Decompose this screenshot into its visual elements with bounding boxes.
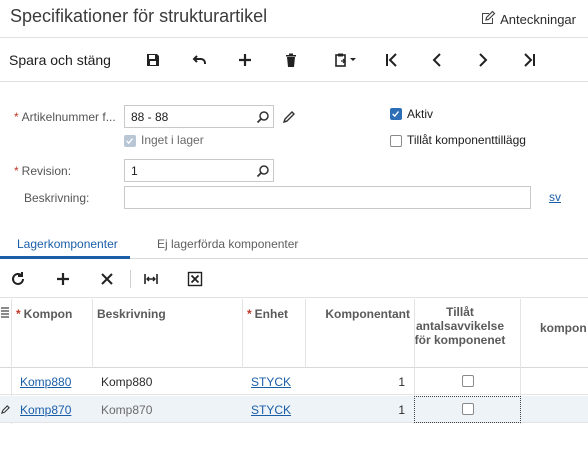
required-marker: * [14, 164, 19, 178]
item-number-label-text: Artikelnummer f... [21, 110, 116, 124]
col-header-unit-text: Enhet [254, 307, 289, 321]
col-header-component-text: Kompon [23, 307, 73, 321]
row-quantity[interactable]: 1 [310, 403, 405, 417]
col-header-allow-deviation[interactable]: Tillåt antalsavvikelse för komponenet [414, 305, 506, 347]
delete-row-icon[interactable] [97, 269, 117, 289]
description-field[interactable] [124, 186, 531, 209]
delete-icon[interactable] [280, 49, 302, 71]
item-number-field[interactable]: 88 - 88 [124, 105, 274, 128]
title-bar: Specifikationer för strukturartikel Ante… [0, 0, 588, 38]
not-in-stock-label: Inget i lager [141, 133, 204, 147]
active-label: Aktiv [407, 107, 434, 121]
notes-button[interactable]: Anteckningar [480, 10, 576, 29]
row-allow-deviation-checkbox[interactable] [462, 375, 474, 387]
not-in-stock-checkbox[interactable] [124, 135, 136, 147]
col-header-component[interactable]: * Kompon [16, 307, 74, 321]
row-unit-link[interactable]: STYCK [251, 375, 291, 389]
row-unit-link[interactable]: STYCK [251, 403, 291, 417]
checkmark-icon [126, 138, 134, 145]
col-header-description[interactable]: Beskrivning [97, 307, 237, 321]
save-close-button[interactable]: Spara och stäng [9, 52, 111, 68]
col-header-unit[interactable]: * Enhet [247, 307, 291, 321]
active-checkbox[interactable] [390, 108, 402, 120]
toolbar-divider [130, 270, 131, 288]
components-grid: * Kompon Beskrivning * Enhet Komponentant … [0, 299, 588, 424]
allow-component-additions-label: Tillåt komponenttillägg [407, 133, 526, 147]
item-number-search-icon[interactable] [256, 110, 270, 124]
previous-record-icon[interactable] [426, 49, 448, 71]
main-toolbar: Spara och stäng [0, 38, 588, 82]
col-header-extra[interactable]: kompon [540, 321, 588, 335]
row-description: Komp870 [101, 403, 153, 417]
item-number-value: 88 - 88 [131, 110, 169, 124]
notes-icon [480, 10, 496, 29]
grid-toolbar [0, 260, 588, 298]
next-record-icon[interactable] [472, 49, 494, 71]
revision-value: 1 [131, 164, 138, 178]
table-row[interactable]: Komp880 Komp880 STYCK 1 [0, 368, 588, 395]
description-label: Beskrivning: [24, 191, 90, 205]
add-row-icon[interactable] [53, 269, 73, 289]
row-allow-deviation-checkbox[interactable] [462, 403, 474, 415]
revision-field[interactable]: 1 [124, 159, 274, 182]
first-record-icon[interactable] [381, 49, 403, 71]
tab-non-stock-components[interactable]: Ej lagerförda komponenter [157, 237, 298, 251]
tab-stock-components[interactable]: Lagerkomponenter [17, 237, 118, 251]
required-marker: * [14, 110, 19, 124]
undo-icon[interactable] [189, 49, 211, 71]
edit-pencil-icon[interactable] [282, 110, 296, 124]
row-component-link[interactable]: Komp870 [20, 403, 71, 417]
row-component-link[interactable]: Komp880 [20, 375, 71, 389]
column-divider [92, 299, 93, 368]
fit-columns-icon[interactable] [141, 269, 161, 289]
column-divider [305, 299, 306, 368]
active-tab-indicator [0, 256, 130, 259]
tab-bar: Lagerkomponenter Ej lagerförda komponent… [0, 229, 588, 259]
clipboard-dropdown-icon[interactable] [328, 49, 362, 71]
page-title: Specifikationer för strukturartikel [10, 6, 268, 26]
row-edit-pencil-icon [1, 405, 10, 414]
export-excel-icon[interactable] [185, 269, 205, 289]
grid-header: * Kompon Beskrivning * Enhet Komponentant … [0, 299, 588, 424]
add-icon[interactable] [234, 49, 256, 71]
allow-component-additions-checkbox[interactable] [390, 135, 402, 147]
language-link[interactable]: sv [549, 190, 561, 204]
row-quantity[interactable]: 1 [310, 375, 405, 389]
revision-label-text: Revision: [21, 164, 72, 178]
row-description: Komp880 [101, 375, 153, 389]
col-header-quantity[interactable]: Komponentant [310, 307, 410, 321]
last-record-icon[interactable] [518, 49, 540, 71]
revision-search-icon[interactable] [256, 164, 270, 178]
item-number-label: * Artikelnummer f... [14, 110, 116, 124]
revision-label: * Revision: [14, 164, 71, 178]
refresh-icon[interactable] [8, 269, 28, 289]
column-divider [242, 299, 243, 368]
table-row[interactable]: Komp870 Komp870 STYCK 1 [0, 396, 588, 423]
checkmark-icon [392, 111, 400, 118]
column-settings-icon[interactable] [0, 306, 10, 318]
notes-label: Anteckningar [500, 12, 576, 27]
save-icon[interactable] [142, 49, 164, 71]
